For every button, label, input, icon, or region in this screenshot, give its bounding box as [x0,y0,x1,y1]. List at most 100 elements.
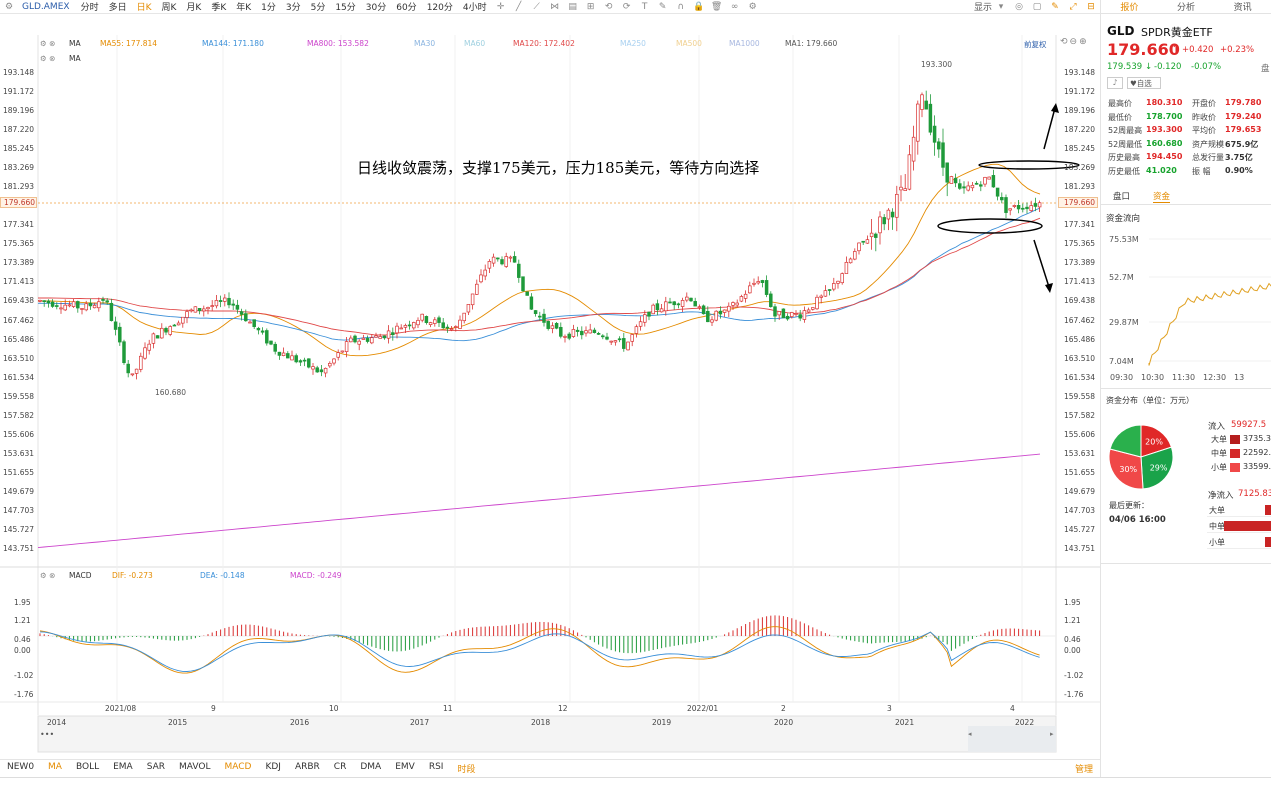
indicator-tab[interactable]: RSI [422,762,451,775]
ma2-label[interactable]: MA [69,54,81,63]
back-icon[interactable]: ⟲ [603,2,615,12]
indicator-tab[interactable]: DMA [353,762,388,775]
symbol-selector[interactable]: GLD.AMEX [22,2,70,12]
indicator-tab[interactable]: MA [41,762,69,775]
indicator-tab[interactable]: NEW0 [0,762,41,775]
adjust-mode[interactable]: 前复权 [1024,39,1047,50]
indicator-tab[interactable]: BOLL [69,762,106,775]
flow-time-tick: 11:30 [1172,373,1195,382]
inflow-row-value: 33599.52 [1243,462,1271,471]
macd-value: MACD: -0.249 [290,571,342,580]
crosshair-icon[interactable]: ✛ [495,2,507,12]
price-tick: 153.631 [3,448,35,458]
timeline-right-arrow[interactable]: ▸ [1050,730,1054,738]
indicator-tab[interactable]: EMV [388,762,422,775]
gear-icon[interactable]: ⚙ [3,2,15,12]
fullscreen-icon[interactable]: ⤢ [1067,2,1079,12]
period-tab[interactable]: 月K [181,0,206,13]
more-icon[interactable]: 盘 [1261,62,1270,74]
period-tab[interactable]: 15分 [330,0,360,13]
after-hours-price: 179.539 [1107,62,1143,72]
note-tool-icon[interactable]: ✎ [657,2,669,12]
indicator-tab[interactable]: MACD [217,762,258,775]
legend2-gear-icon[interactable]: ⚙ ⊗ [40,54,55,63]
subtab-funds[interactable]: 资金 [1153,190,1171,203]
compare-icon[interactable]: ∞ [729,2,741,12]
tab-quote[interactable]: 报价 [1101,0,1158,13]
settings-icon[interactable]: ⚙ [747,2,759,12]
edit-icon[interactable]: ✎ [1049,2,1061,12]
lock-icon[interactable]: 🔒 [693,2,705,12]
ma-label[interactable]: MA [69,39,81,48]
line-tool-icon[interactable]: ╱ [513,2,525,12]
forward-icon[interactable]: ⟳ [621,2,633,12]
bell-icon[interactable]: ♪ [1107,77,1123,89]
fib-tool-icon[interactable]: ⊞ [585,2,597,12]
indicator-tab[interactable]: 时段 [450,762,482,775]
window-icon[interactable]: ▢ [1031,2,1043,12]
chevron-down-icon[interactable]: ▾ [995,2,1007,12]
period-tab[interactable]: 120分 [422,0,458,13]
up-arrow-icon: ↑ [1171,42,1182,56]
watchlist-button[interactable]: ♥自选 [1127,77,1161,89]
ma120-value: MA120: 172.402 [513,39,575,48]
indicator-tab[interactable]: KDJ [258,762,288,775]
main-chart[interactable]: ⚙ ⊗ MA MA55: 177.814 MA144: 171.180 MA80… [0,14,1100,759]
money-flow-chart[interactable]: 75.53M 52.7M 29.87M 7.04M 09:30 10:30 11:30 12:… [1101,225,1271,385]
indicator-tab[interactable]: MAVOL [172,762,217,775]
period-tab[interactable]: 周K [157,0,182,13]
subtab-book[interactable]: 盘口 [1113,190,1130,202]
macd-legend: ⚙ ⊗ MACD DIF: -0.273 DEA: -0.148 MACD: -… [0,571,1100,583]
period-tab[interactable]: 30分 [361,0,391,13]
tab-analysis[interactable]: 分析 [1158,0,1215,13]
period-tab[interactable]: 多日 [104,0,132,13]
period-tab[interactable]: 季K [206,0,231,13]
period-tab[interactable]: 年K [231,0,256,13]
fund-distribution-pie[interactable]: 20% 29% 30% [1106,422,1176,492]
macd-tick: 0.00 [1064,646,1081,655]
price-tick: 145.727 [1064,524,1096,534]
delete-icon[interactable]: 🗑 [711,2,723,12]
macd-label[interactable]: MACD [69,571,91,580]
indicator-tab[interactable]: SAR [140,762,172,775]
period-tab[interactable]: 日K [131,0,157,13]
indicator-tab[interactable]: ARBR [288,762,327,775]
display-menu[interactable]: 显示 [974,0,992,13]
period-tab[interactable]: 分时 [76,0,104,13]
quote-value: 179.240 [1225,111,1262,121]
flow-time-tick: 12:30 [1203,373,1226,382]
channel-tool-icon[interactable]: ▤ [567,2,579,12]
chart-controls[interactable]: ⟲⊖⊕ [1060,37,1089,47]
price-tick: 193.148 [1064,68,1096,77]
indicator-tab[interactable]: EMA [106,762,140,775]
macd-gear-icon[interactable]: ⚙ ⊗ [40,571,55,580]
flow-time-tick: 13 [1234,373,1244,382]
tab-news[interactable]: 资讯 [1214,0,1271,13]
timeline-handle[interactable]: ••• [40,730,54,739]
candle [353,334,357,344]
legend-gear-icon[interactable]: ⚙ ⊗ [40,39,55,48]
period-tab[interactable]: 1分 [256,0,281,13]
split-icon[interactable]: ⊟ [1085,2,1097,12]
period-tab[interactable]: 4小时 [458,0,492,13]
ma30-value: MA30 [414,39,436,48]
camera-icon[interactable]: ◎ [1013,2,1025,12]
net-inflow-label: 净流入 [1208,491,1234,501]
magnet-icon[interactable]: ∩ [675,2,687,12]
ray-tool-icon[interactable]: ⟋ [531,2,543,12]
candle [651,303,655,315]
candle [949,175,954,184]
period-tab[interactable]: 60分 [391,0,421,13]
indicator-manage[interactable]: 管理 [1068,762,1100,775]
quote-value: 41.020 [1146,165,1177,175]
text-tool-icon[interactable]: T [639,2,651,12]
pie-label: 29% [1150,464,1168,473]
indicator-tab[interactable]: CR [327,762,354,775]
timeline-left-arrow[interactable]: ◂ [968,730,972,738]
price-tick: 185.245 [1064,144,1096,154]
kline-chart[interactable] [0,14,1100,759]
period-tab[interactable]: 3分 [281,0,306,13]
pattern-tool-icon[interactable]: ⋈ [549,2,561,12]
period-tab[interactable]: 5分 [306,0,331,13]
date-tick: 11 [443,704,453,713]
